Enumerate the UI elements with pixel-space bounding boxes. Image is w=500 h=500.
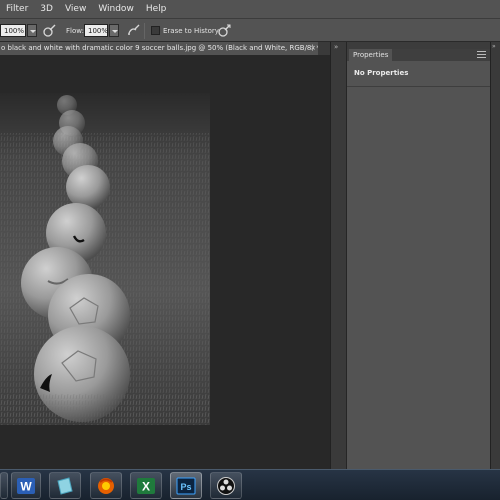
photoshop-window: Filter 3D View Window Help 100% Flow: 10… xyxy=(0,0,500,500)
word-letter: W xyxy=(20,479,32,493)
taskbar-file[interactable] xyxy=(49,472,81,499)
pressure-size-icon[interactable] xyxy=(217,23,232,38)
taskbar-obs[interactable] xyxy=(210,472,242,499)
start-button[interactable] xyxy=(0,472,8,499)
taskbar-firefox[interactable] xyxy=(90,472,122,499)
close-tab-icon[interactable]: × xyxy=(310,42,316,55)
photoshop-letter: Ps xyxy=(180,482,191,492)
collapse-chevron-icon[interactable]: » xyxy=(334,43,338,51)
properties-panel: Properties No Properties xyxy=(346,42,491,469)
excel-letter: X xyxy=(142,479,150,493)
erase-to-history-label: Erase to History xyxy=(163,27,219,35)
panel-collapse-strip[interactable]: » xyxy=(330,42,346,469)
opacity-input[interactable]: 100% xyxy=(0,24,26,37)
airbrush-icon[interactable] xyxy=(126,23,141,38)
opacity-dropdown[interactable] xyxy=(27,24,37,37)
panel-content: No Properties xyxy=(347,61,491,87)
taskbar-word[interactable]: W xyxy=(11,472,41,499)
options-separator xyxy=(144,23,145,39)
options-bar: 100% Flow: 100% Erase to History xyxy=(0,18,500,42)
dock-chevron-icon[interactable]: » xyxy=(492,43,496,50)
word-icon: W xyxy=(17,477,35,494)
flow-label: Flow: xyxy=(66,27,84,35)
taskbar-photoshop[interactable]: Ps xyxy=(170,472,202,499)
tab-properties[interactable]: Properties xyxy=(349,49,393,61)
flow-input[interactable]: 100% xyxy=(84,24,108,37)
document-image[interactable] xyxy=(0,93,210,425)
canvas-area[interactable] xyxy=(0,55,330,469)
document-tab-strip: o black and white with dramatic color 9 … xyxy=(0,42,330,55)
panel-menu-icon[interactable] xyxy=(477,51,486,59)
firefox-icon xyxy=(98,477,114,494)
windows-taskbar: W X Ps xyxy=(0,469,500,500)
photoshop-icon: Ps xyxy=(176,477,196,494)
document-tab-title: o black and white with dramatic color 9 … xyxy=(1,44,318,52)
no-properties-text: No Properties xyxy=(354,69,409,77)
right-dock-strip[interactable]: » xyxy=(490,42,500,469)
file-icon xyxy=(57,476,73,495)
menu-bar: Filter 3D View Window Help xyxy=(0,0,500,18)
menu-window[interactable]: Window xyxy=(92,0,140,18)
taskbar-excel[interactable]: X xyxy=(130,472,162,499)
document-tab[interactable]: o black and white with dramatic color 9 … xyxy=(0,42,318,55)
menu-3d[interactable]: 3D xyxy=(34,0,59,18)
panel-body xyxy=(347,87,491,469)
menu-view[interactable]: View xyxy=(59,0,92,18)
panel-header-bar xyxy=(347,42,491,49)
pressure-icon[interactable] xyxy=(42,23,57,38)
menu-help[interactable]: Help xyxy=(140,0,173,18)
excel-icon: X xyxy=(137,477,155,494)
menu-filter[interactable]: Filter xyxy=(0,0,34,18)
obs-icon xyxy=(217,476,235,495)
flow-dropdown[interactable] xyxy=(109,24,119,37)
erase-to-history-checkbox[interactable] xyxy=(151,26,160,35)
